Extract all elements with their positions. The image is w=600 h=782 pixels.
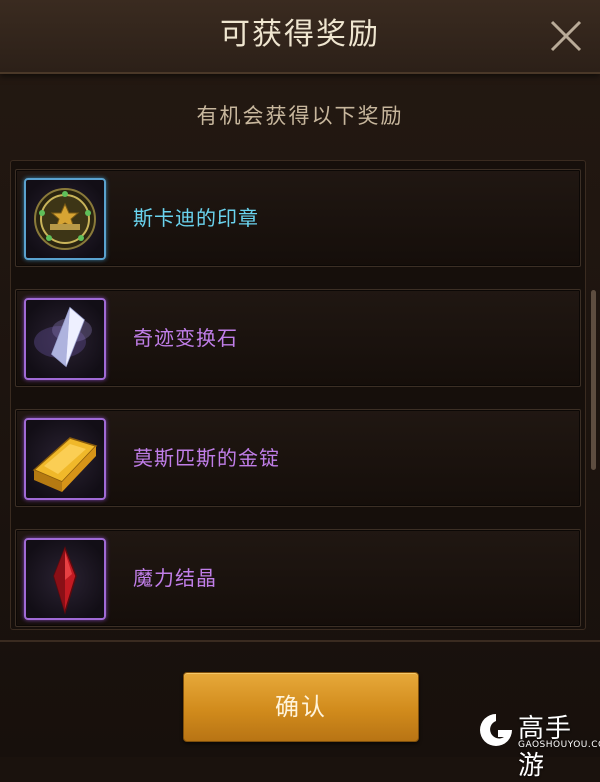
- reward-item[interactable]: 奇迹变换石: [15, 289, 581, 387]
- reward-name: 莫斯匹斯的金锭: [133, 446, 280, 470]
- seal-icon: [34, 188, 96, 250]
- close-button[interactable]: [548, 18, 584, 54]
- watermark: 高手游 GAOSHOUYOU.COM: [476, 708, 600, 781]
- reward-item[interactable]: 斯卡迪的印章: [15, 169, 581, 267]
- reward-item[interactable]: 莫斯匹斯的金锭: [15, 409, 581, 507]
- crystal-icon: [34, 306, 92, 368]
- reward-icon-frame: [24, 418, 106, 500]
- red-crystal-icon: [53, 545, 77, 615]
- footer-divider: [0, 640, 600, 642]
- reward-name: 斯卡迪的印章: [133, 206, 259, 230]
- reward-dialog: 可获得奖励 有机会获得以下奖励 斯卡迪的印章 奇迹变换石 莫斯匹斯的金锭 魔力结…: [0, 0, 600, 781]
- watermark-domain: GAOSHOUYOU.COM: [518, 740, 600, 750]
- list-scrollbar[interactable]: [591, 290, 596, 470]
- reward-name: 魔力结晶: [133, 566, 217, 590]
- reward-icon-frame: [24, 178, 106, 260]
- reward-icon-frame: [24, 538, 106, 620]
- reward-icon-frame: [24, 298, 106, 380]
- reward-item[interactable]: 魔力结晶: [15, 529, 581, 627]
- dialog-subtitle: 有机会获得以下奖励: [196, 104, 404, 128]
- reward-list[interactable]: 斯卡迪的印章 奇迹变换石 莫斯匹斯的金锭 魔力结晶: [10, 160, 586, 630]
- close-icon: [550, 20, 582, 52]
- dialog-header: 可获得奖励: [0, 0, 600, 74]
- gold-ingot-icon: [32, 437, 98, 492]
- brand-logo-icon: [480, 714, 512, 746]
- confirm-button[interactable]: 确认: [183, 672, 419, 742]
- reward-name: 奇迹变换石: [133, 326, 238, 350]
- dialog-title: 可获得奖励: [220, 17, 380, 52]
